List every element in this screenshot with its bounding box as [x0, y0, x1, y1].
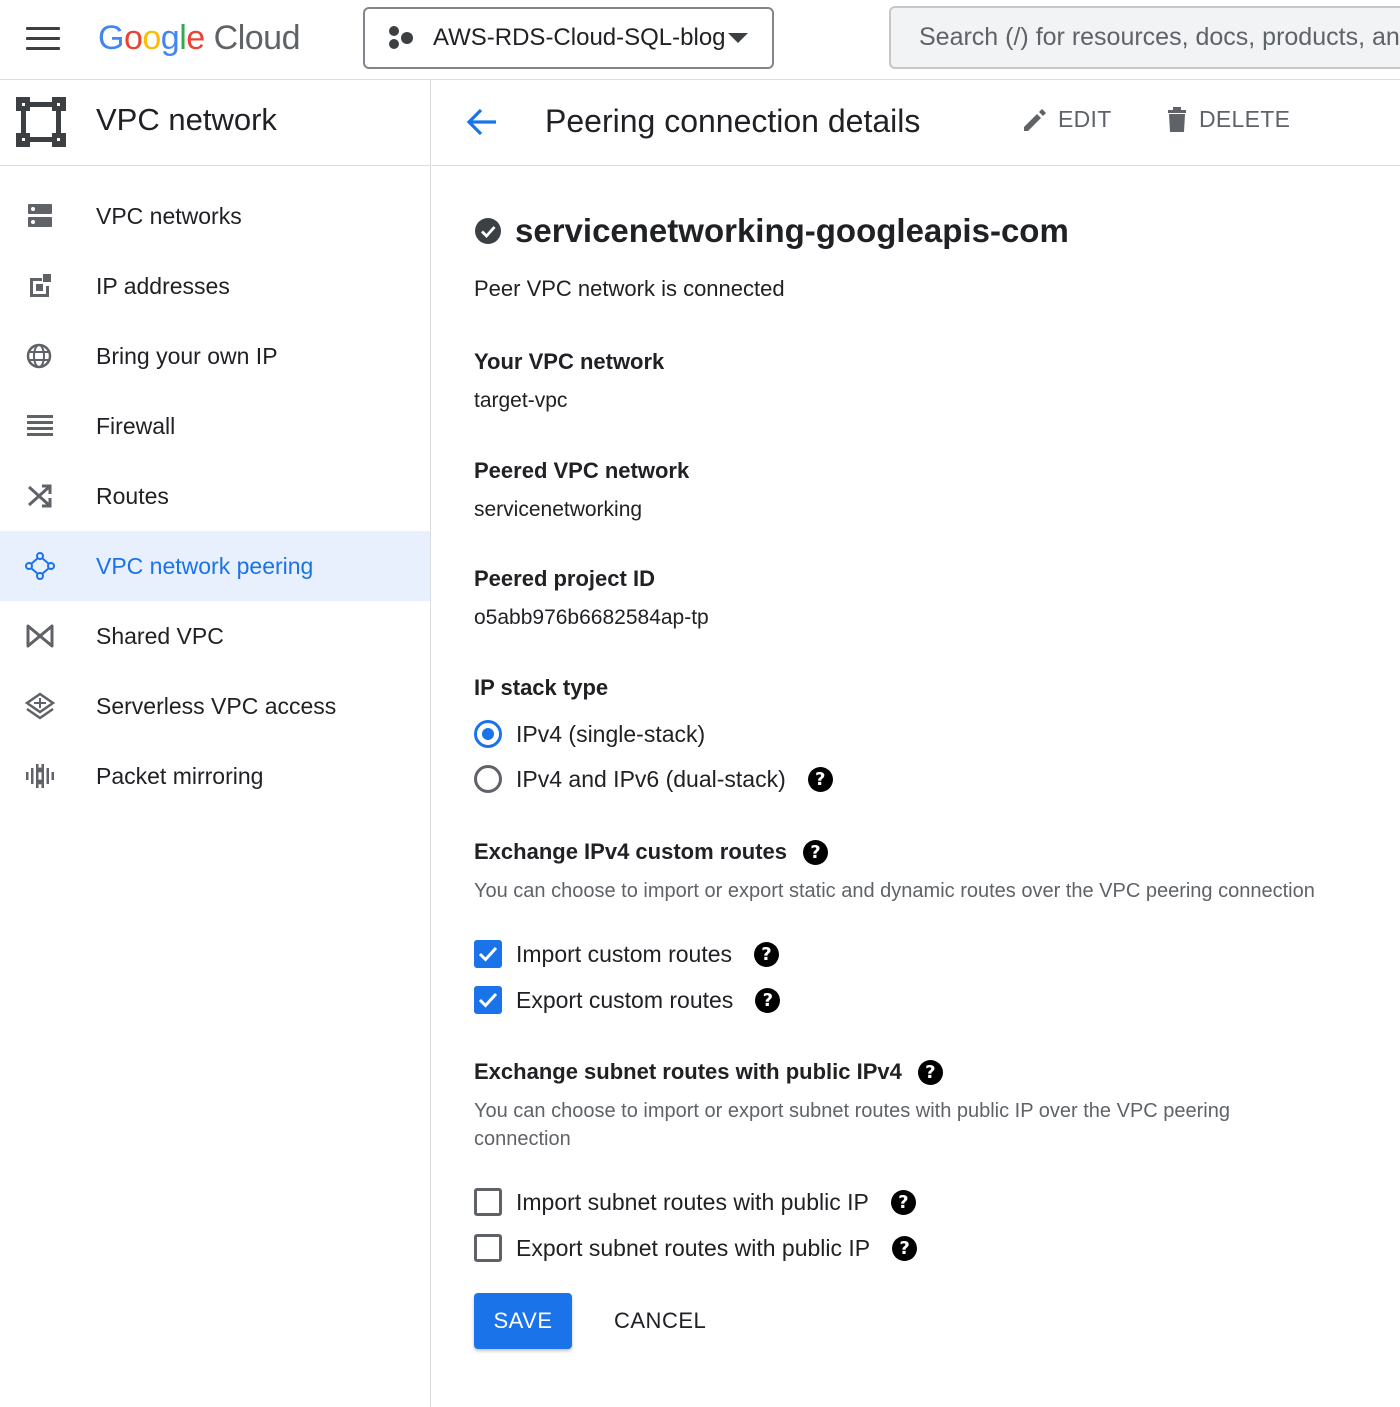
- peered-vpc-value: servicenetworking: [474, 498, 643, 521]
- peering-name-row: servicenetworking-googleapis-com: [474, 212, 1069, 250]
- google-cloud-logo[interactable]: Google Cloud: [98, 16, 301, 60]
- your-vpc-value: target-vpc: [474, 389, 568, 412]
- cancel-button[interactable]: CANCEL: [598, 1293, 718, 1349]
- sidebar-item-shared-vpc[interactable]: Shared VPC: [0, 601, 430, 671]
- page-title: Peering connection details: [545, 103, 921, 139]
- sidebar-header: VPC network: [0, 80, 430, 166]
- project-picker[interactable]: AWS-RDS-Cloud-SQL-blog: [363, 7, 774, 69]
- export-subnet-routes-checkbox[interactable]: [474, 1234, 502, 1262]
- pencil-icon: [1024, 108, 1046, 131]
- subnet-routes-description: You can choose to import or export subne…: [474, 1100, 1230, 1150]
- check-circle-icon: [475, 218, 501, 244]
- peered-project-value: o5abb976b6682584ap-tp: [474, 606, 709, 629]
- sidebar: VPC network VPC networks IP addresses Br…: [0, 80, 431, 1407]
- ip-addresses-icon: [30, 274, 51, 297]
- help-icon[interactable]: ?: [890, 1189, 916, 1215]
- help-icon[interactable]: ?: [755, 987, 781, 1013]
- project-icon: [387, 25, 417, 51]
- delete-button[interactable]: DELETE: [1165, 106, 1290, 133]
- trash-icon: [1168, 106, 1186, 132]
- subnet-routes-heading: Exchange subnet routes with public IPv4 …: [474, 1059, 943, 1085]
- top-bar: Google Cloud AWS-RDS-Cloud-SQL-blog: [0, 0, 1400, 80]
- help-icon[interactable]: ?: [754, 941, 780, 967]
- import-custom-routes-option[interactable]: Import custom routes ?: [474, 939, 780, 969]
- help-icon[interactable]: ?: [807, 766, 833, 792]
- sidebar-item-vpc-networks[interactable]: VPC networks: [0, 181, 430, 251]
- radio-single-stack[interactable]: [474, 720, 502, 748]
- import-subnet-routes-option[interactable]: Import subnet routes with public IP ?: [474, 1187, 916, 1217]
- checkmark-icon: [478, 946, 498, 962]
- sidebar-item-vpc-network-peering[interactable]: VPC network peering: [0, 531, 430, 601]
- project-name: AWS-RDS-Cloud-SQL-blog: [433, 24, 726, 51]
- routes-icon: [27, 484, 52, 508]
- peered-vpc-label: Peered VPC network: [474, 458, 690, 483]
- search-input[interactable]: [889, 6, 1400, 69]
- help-icon[interactable]: ?: [803, 839, 828, 865]
- sidebar-item-bring-your-own-ip[interactable]: Bring your own IP: [0, 321, 430, 391]
- vpc-networks-icon: [28, 204, 52, 227]
- sidebar-nav: VPC networks IP addresses Bring your own…: [0, 166, 430, 811]
- vpc-network-product-icon: [16, 97, 66, 147]
- radio-dual-stack[interactable]: [474, 765, 502, 793]
- import-custom-routes-checkbox[interactable]: [474, 940, 502, 968]
- firewall-icon: [27, 415, 53, 436]
- import-subnet-routes-checkbox[interactable]: [474, 1188, 502, 1216]
- export-custom-routes-option[interactable]: Export custom routes ?: [474, 985, 781, 1015]
- packet-mirroring-icon: [26, 764, 54, 788]
- dropdown-caret-icon: [728, 33, 748, 43]
- page-header: Peering connection details EDIT DELETE: [432, 80, 1400, 166]
- help-icon[interactable]: ?: [892, 1235, 918, 1261]
- help-icon[interactable]: ?: [917, 1059, 943, 1085]
- sidebar-item-serverless-vpc-access[interactable]: Serverless VPC access: [0, 671, 430, 741]
- sidebar-item-firewall[interactable]: Firewall: [0, 391, 430, 461]
- shared-vpc-icon: [26, 624, 54, 648]
- connection-status: Peer VPC network is connected: [474, 276, 785, 301]
- export-subnet-routes-option[interactable]: Export subnet routes with public IP ?: [474, 1233, 918, 1263]
- ip-stack-label: IP stack type: [474, 675, 609, 700]
- ip-stack-option-dual[interactable]: IPv4 and IPv6 (dual-stack) ?: [474, 764, 833, 794]
- back-arrow-icon[interactable]: [464, 104, 500, 140]
- export-custom-routes-checkbox[interactable]: [474, 986, 502, 1014]
- product-title: VPC network: [96, 102, 277, 137]
- save-button[interactable]: SAVE: [474, 1293, 572, 1349]
- globe-icon: [26, 343, 52, 369]
- custom-routes-description: You can choose to import or export stati…: [474, 880, 1315, 902]
- custom-routes-heading: Exchange IPv4 custom routes ?: [474, 839, 828, 865]
- ip-stack-option-single[interactable]: IPv4 (single-stack): [474, 719, 705, 749]
- sidebar-item-ip-addresses[interactable]: IP addresses: [0, 251, 430, 321]
- edit-button[interactable]: EDIT: [1022, 106, 1112, 133]
- main-menu-icon[interactable]: [26, 26, 60, 52]
- sidebar-item-packet-mirroring[interactable]: Packet mirroring: [0, 741, 430, 811]
- checkmark-icon: [478, 992, 498, 1008]
- sidebar-item-routes[interactable]: Routes: [0, 461, 430, 531]
- your-vpc-label: Your VPC network: [474, 349, 665, 374]
- peering-name: servicenetworking-googleapis-com: [515, 212, 1069, 249]
- peered-project-label: Peered project ID: [474, 566, 655, 591]
- peering-icon: [25, 552, 55, 580]
- serverless-icon: [24, 692, 56, 720]
